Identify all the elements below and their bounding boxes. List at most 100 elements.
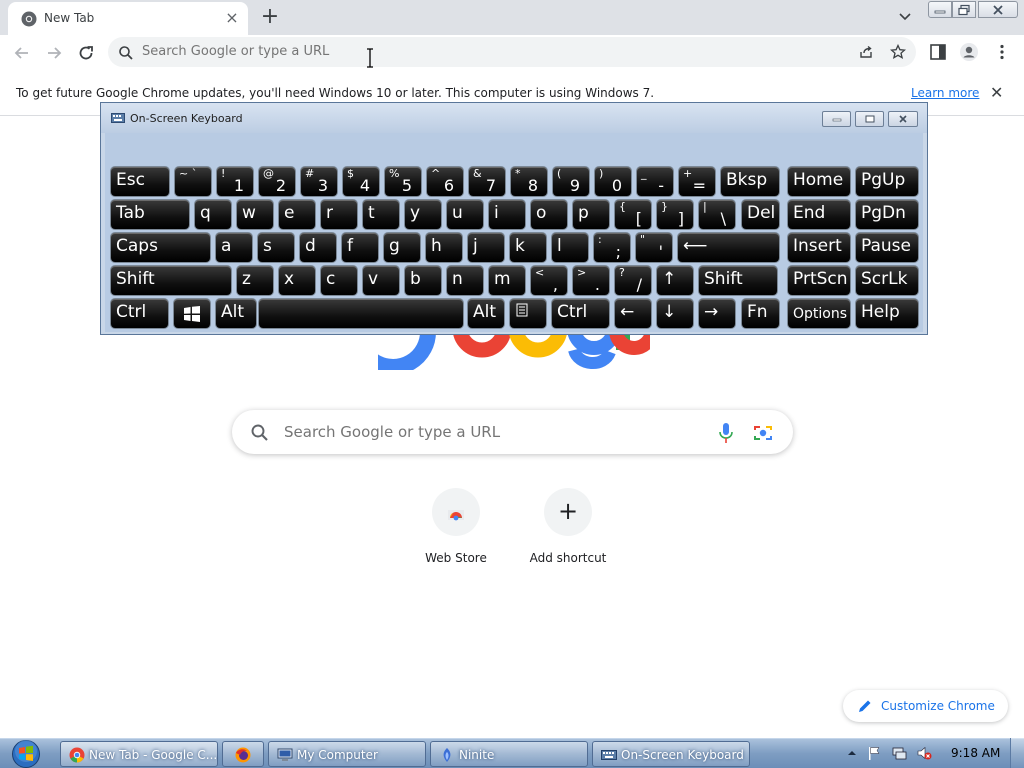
key-row-numbers-10[interactable]: (9	[552, 166, 590, 197]
show-desktop-button[interactable]	[1010, 738, 1024, 768]
customize-chrome-button[interactable]: Customize Chrome	[843, 690, 1008, 722]
key-options[interactable]: Options	[787, 298, 851, 329]
key-y[interactable]: y	[404, 199, 442, 230]
key-p[interactable]: p	[572, 199, 610, 230]
key-esc[interactable]: Esc	[110, 166, 170, 197]
key-row-qwerty-13[interactable]: | \	[698, 199, 736, 230]
key-fn[interactable]: Fn	[741, 298, 780, 329]
key-bksp[interactable]: Bksp	[720, 166, 780, 197]
tab-close-icon[interactable]: ×	[224, 10, 240, 26]
key-d[interactable]: d	[299, 232, 337, 263]
action-center-flag-icon[interactable]	[866, 745, 882, 761]
key-alt[interactable]: Alt	[215, 298, 257, 329]
taskbar-item-chrome[interactable]: New Tab - Google C...	[60, 741, 218, 767]
key-ctrl[interactable]: Ctrl	[551, 298, 610, 329]
key-home[interactable]: Home	[787, 166, 851, 197]
key-h[interactable]: h	[425, 232, 463, 263]
profile-avatar-icon[interactable]	[959, 42, 979, 62]
key-row-shift-10[interactable]: ? /	[614, 265, 652, 296]
key-pgdn[interactable]: PgDn	[855, 199, 919, 230]
key-row-bottom-8[interactable]: ↓	[656, 298, 694, 329]
key-row-numbers-11[interactable]: ) 0	[594, 166, 632, 197]
osk-minimize-button[interactable]	[822, 111, 851, 127]
key-a[interactable]: a	[215, 232, 253, 263]
voice-search-mic-icon[interactable]	[716, 422, 736, 444]
key-f[interactable]: f	[341, 232, 379, 263]
key-insert[interactable]: Insert	[787, 232, 851, 263]
taskbar-item-ninite[interactable]: Ninite	[430, 741, 588, 767]
key-t[interactable]: t	[362, 199, 400, 230]
tray-expand-arrow-icon[interactable]	[844, 745, 860, 761]
search-input[interactable]	[284, 423, 684, 441]
key-l[interactable]: l	[551, 232, 589, 263]
key-row-shift-8[interactable]: <,	[530, 265, 568, 296]
key-x[interactable]: x	[278, 265, 316, 296]
key-tab[interactable]: Tab	[110, 199, 190, 230]
window-close-button[interactable]	[978, 1, 1018, 18]
key-scrlk[interactable]: ScrLk	[855, 265, 919, 296]
key-row-qwerty-12[interactable]: }]	[656, 199, 694, 230]
key-j[interactable]: j	[467, 232, 505, 263]
network-icon[interactable]	[891, 745, 907, 761]
taskbar-item-my-computer[interactable]: My Computer	[268, 741, 426, 767]
key-row-shift-11[interactable]: ↑	[656, 265, 694, 296]
taskbar-item-firefox[interactable]	[222, 741, 264, 767]
osk-close-button[interactable]	[888, 111, 918, 127]
window-restore-button[interactable]	[952, 1, 976, 18]
key-u[interactable]: u	[446, 199, 484, 230]
key-prtscn[interactable]: PrtScn	[787, 265, 851, 296]
key-row-home-10[interactable]: :;	[593, 232, 631, 263]
key-ctrl[interactable]: Ctrl	[110, 298, 169, 329]
key-row-shift-9[interactable]: >.	[572, 265, 610, 296]
key-n[interactable]: n	[446, 265, 484, 296]
key-row-home-11[interactable]: " '	[635, 232, 673, 263]
key-shift[interactable]: Shift	[698, 265, 778, 296]
window-minimize-button[interactable]	[928, 1, 952, 18]
share-icon[interactable]	[858, 44, 874, 60]
key-pgup[interactable]: PgUp	[855, 166, 919, 197]
key-e[interactable]: e	[278, 199, 316, 230]
shortcut-web-store[interactable]: Web Store	[400, 488, 512, 578]
key-space[interactable]	[258, 298, 464, 329]
key-row-numbers-2[interactable]: ! 1	[216, 166, 254, 197]
omnibox[interactable]	[108, 37, 916, 67]
key-k[interactable]: k	[509, 232, 547, 263]
key-g[interactable]: g	[383, 232, 421, 263]
key-row-numbers-13[interactable]: + =	[678, 166, 716, 197]
key-pause[interactable]: Pause	[855, 232, 919, 263]
key-end[interactable]: End	[787, 199, 851, 230]
add-shortcut-button[interactable]: + Add shortcut	[512, 488, 624, 578]
key-row-home-12[interactable]: ⟵	[677, 232, 780, 263]
key-help[interactable]: Help	[855, 298, 919, 329]
bookmark-star-icon[interactable]	[890, 44, 906, 60]
key-z[interactable]: z	[236, 265, 274, 296]
key-row-qwerty-11[interactable]: {[	[614, 199, 652, 230]
menu-kebab-icon[interactable]	[992, 42, 1012, 62]
key-row-numbers-3[interactable]: @2	[258, 166, 296, 197]
key-row-bottom-9[interactable]: →	[698, 298, 736, 329]
start-orb-icon[interactable]	[8, 739, 44, 768]
key-b[interactable]: b	[404, 265, 442, 296]
key-v[interactable]: v	[362, 265, 400, 296]
key-row-numbers-6[interactable]: % 5	[384, 166, 422, 197]
taskbar-item-on-screen-keyboard[interactable]: On-Screen Keyboard	[592, 741, 750, 767]
key-row-numbers-9[interactable]: * 8	[510, 166, 548, 197]
reload-icon[interactable]	[75, 42, 97, 64]
omnibox-input[interactable]	[142, 44, 542, 59]
key-row-numbers-1[interactable]: ~ `	[174, 166, 212, 197]
key-del[interactable]: Del	[741, 199, 780, 230]
volume-muted-icon[interactable]	[916, 745, 932, 761]
google-search-box[interactable]	[232, 410, 793, 454]
infobar-close-icon[interactable]: ✕	[990, 83, 1003, 102]
key-w[interactable]: w	[236, 199, 274, 230]
key-r[interactable]: r	[320, 199, 358, 230]
tab-search-chevron-icon[interactable]	[896, 8, 914, 26]
forward-icon[interactable]	[43, 42, 65, 64]
google-lens-camera-icon[interactable]	[752, 422, 774, 444]
tab-new-tab[interactable]: New Tab ×	[8, 2, 248, 35]
osk-titlebar[interactable]: On-Screen Keyboard	[101, 103, 927, 133]
key-m[interactable]: m	[488, 265, 526, 296]
key-shift[interactable]: Shift	[110, 265, 232, 296]
new-tab-button[interactable]: +	[260, 6, 280, 28]
learn-more-link[interactable]: Learn more	[911, 86, 979, 100]
